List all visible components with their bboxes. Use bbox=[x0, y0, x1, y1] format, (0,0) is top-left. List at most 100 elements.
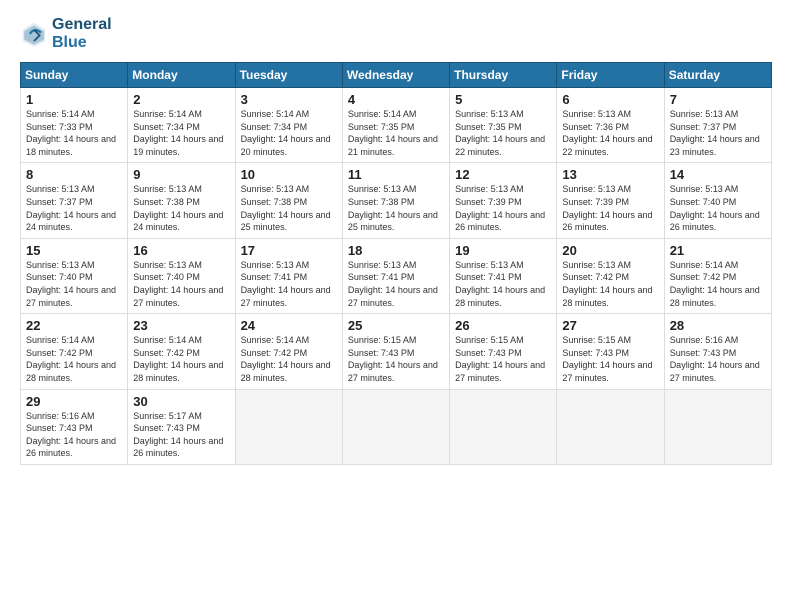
day-info: Sunrise: 5:13 AMSunset: 7:38 PMDaylight:… bbox=[133, 183, 229, 233]
day-number: 23 bbox=[133, 318, 229, 333]
day-info: Sunrise: 5:14 AMSunset: 7:42 PMDaylight:… bbox=[670, 259, 766, 309]
day-number: 3 bbox=[241, 92, 337, 107]
day-info: Sunrise: 5:13 AMSunset: 7:41 PMDaylight:… bbox=[348, 259, 444, 309]
day-number: 18 bbox=[348, 243, 444, 258]
day-number: 20 bbox=[562, 243, 658, 258]
day-number: 6 bbox=[562, 92, 658, 107]
day-number: 26 bbox=[455, 318, 551, 333]
day-number: 25 bbox=[348, 318, 444, 333]
day-number: 14 bbox=[670, 167, 766, 182]
day-number: 10 bbox=[241, 167, 337, 182]
table-row: 30Sunrise: 5:17 AMSunset: 7:43 PMDayligh… bbox=[128, 389, 235, 464]
table-row: 24Sunrise: 5:14 AMSunset: 7:42 PMDayligh… bbox=[235, 314, 342, 389]
table-row: 8Sunrise: 5:13 AMSunset: 7:37 PMDaylight… bbox=[21, 163, 128, 238]
logo-text: General Blue bbox=[52, 16, 112, 52]
table-row: 28Sunrise: 5:16 AMSunset: 7:43 PMDayligh… bbox=[664, 314, 771, 389]
table-row: 27Sunrise: 5:15 AMSunset: 7:43 PMDayligh… bbox=[557, 314, 664, 389]
day-number: 1 bbox=[26, 92, 122, 107]
day-number: 2 bbox=[133, 92, 229, 107]
day-info: Sunrise: 5:13 AMSunset: 7:40 PMDaylight:… bbox=[670, 183, 766, 233]
table-row: 12Sunrise: 5:13 AMSunset: 7:39 PMDayligh… bbox=[450, 163, 557, 238]
day-info: Sunrise: 5:13 AMSunset: 7:35 PMDaylight:… bbox=[455, 108, 551, 158]
day-info: Sunrise: 5:13 AMSunset: 7:38 PMDaylight:… bbox=[348, 183, 444, 233]
table-row: 26Sunrise: 5:15 AMSunset: 7:43 PMDayligh… bbox=[450, 314, 557, 389]
table-row: 9Sunrise: 5:13 AMSunset: 7:38 PMDaylight… bbox=[128, 163, 235, 238]
table-row: 17Sunrise: 5:13 AMSunset: 7:41 PMDayligh… bbox=[235, 238, 342, 313]
table-row: 16Sunrise: 5:13 AMSunset: 7:40 PMDayligh… bbox=[128, 238, 235, 313]
day-info: Sunrise: 5:14 AMSunset: 7:34 PMDaylight:… bbox=[133, 108, 229, 158]
day-info: Sunrise: 5:16 AMSunset: 7:43 PMDaylight:… bbox=[670, 334, 766, 384]
col-saturday: Saturday bbox=[664, 63, 771, 88]
day-number: 13 bbox=[562, 167, 658, 182]
day-info: Sunrise: 5:15 AMSunset: 7:43 PMDaylight:… bbox=[348, 334, 444, 384]
table-row: 3Sunrise: 5:14 AMSunset: 7:34 PMDaylight… bbox=[235, 88, 342, 163]
day-number: 21 bbox=[670, 243, 766, 258]
day-info: Sunrise: 5:13 AMSunset: 7:37 PMDaylight:… bbox=[26, 183, 122, 233]
day-number: 5 bbox=[455, 92, 551, 107]
day-info: Sunrise: 5:14 AMSunset: 7:42 PMDaylight:… bbox=[241, 334, 337, 384]
day-number: 17 bbox=[241, 243, 337, 258]
table-row: 15Sunrise: 5:13 AMSunset: 7:40 PMDayligh… bbox=[21, 238, 128, 313]
day-info: Sunrise: 5:14 AMSunset: 7:42 PMDaylight:… bbox=[26, 334, 122, 384]
day-number: 12 bbox=[455, 167, 551, 182]
col-sunday: Sunday bbox=[21, 63, 128, 88]
calendar-table: Sunday Monday Tuesday Wednesday Thursday… bbox=[20, 62, 772, 465]
table-row: 29Sunrise: 5:16 AMSunset: 7:43 PMDayligh… bbox=[21, 389, 128, 464]
table-row: 25Sunrise: 5:15 AMSunset: 7:43 PMDayligh… bbox=[342, 314, 449, 389]
col-tuesday: Tuesday bbox=[235, 63, 342, 88]
day-number: 8 bbox=[26, 167, 122, 182]
table-row: 10Sunrise: 5:13 AMSunset: 7:38 PMDayligh… bbox=[235, 163, 342, 238]
table-row: 13Sunrise: 5:13 AMSunset: 7:39 PMDayligh… bbox=[557, 163, 664, 238]
day-info: Sunrise: 5:14 AMSunset: 7:34 PMDaylight:… bbox=[241, 108, 337, 158]
day-info: Sunrise: 5:14 AMSunset: 7:35 PMDaylight:… bbox=[348, 108, 444, 158]
table-row: 22Sunrise: 5:14 AMSunset: 7:42 PMDayligh… bbox=[21, 314, 128, 389]
day-info: Sunrise: 5:14 AMSunset: 7:33 PMDaylight:… bbox=[26, 108, 122, 158]
calendar-header-row: Sunday Monday Tuesday Wednesday Thursday… bbox=[21, 63, 772, 88]
table-row: 14Sunrise: 5:13 AMSunset: 7:40 PMDayligh… bbox=[664, 163, 771, 238]
logo-icon bbox=[20, 20, 48, 48]
col-friday: Friday bbox=[557, 63, 664, 88]
day-info: Sunrise: 5:13 AMSunset: 7:41 PMDaylight:… bbox=[241, 259, 337, 309]
table-row bbox=[557, 389, 664, 464]
day-number: 19 bbox=[455, 243, 551, 258]
day-number: 29 bbox=[26, 394, 122, 409]
day-number: 22 bbox=[26, 318, 122, 333]
table-row: 1Sunrise: 5:14 AMSunset: 7:33 PMDaylight… bbox=[21, 88, 128, 163]
day-info: Sunrise: 5:17 AMSunset: 7:43 PMDaylight:… bbox=[133, 410, 229, 460]
day-number: 4 bbox=[348, 92, 444, 107]
day-info: Sunrise: 5:13 AMSunset: 7:41 PMDaylight:… bbox=[455, 259, 551, 309]
table-row: 20Sunrise: 5:13 AMSunset: 7:42 PMDayligh… bbox=[557, 238, 664, 313]
header: General Blue bbox=[20, 16, 772, 52]
day-number: 24 bbox=[241, 318, 337, 333]
day-number: 15 bbox=[26, 243, 122, 258]
day-number: 7 bbox=[670, 92, 766, 107]
logo: General Blue bbox=[20, 16, 112, 52]
table-row: 2Sunrise: 5:14 AMSunset: 7:34 PMDaylight… bbox=[128, 88, 235, 163]
day-number: 16 bbox=[133, 243, 229, 258]
day-number: 28 bbox=[670, 318, 766, 333]
day-number: 11 bbox=[348, 167, 444, 182]
day-info: Sunrise: 5:13 AMSunset: 7:40 PMDaylight:… bbox=[26, 259, 122, 309]
day-info: Sunrise: 5:14 AMSunset: 7:42 PMDaylight:… bbox=[133, 334, 229, 384]
col-wednesday: Wednesday bbox=[342, 63, 449, 88]
table-row bbox=[664, 389, 771, 464]
table-row: 19Sunrise: 5:13 AMSunset: 7:41 PMDayligh… bbox=[450, 238, 557, 313]
col-monday: Monday bbox=[128, 63, 235, 88]
col-thursday: Thursday bbox=[450, 63, 557, 88]
table-row: 4Sunrise: 5:14 AMSunset: 7:35 PMDaylight… bbox=[342, 88, 449, 163]
day-info: Sunrise: 5:13 AMSunset: 7:39 PMDaylight:… bbox=[455, 183, 551, 233]
day-info: Sunrise: 5:13 AMSunset: 7:37 PMDaylight:… bbox=[670, 108, 766, 158]
table-row: 18Sunrise: 5:13 AMSunset: 7:41 PMDayligh… bbox=[342, 238, 449, 313]
day-number: 9 bbox=[133, 167, 229, 182]
table-row: 5Sunrise: 5:13 AMSunset: 7:35 PMDaylight… bbox=[450, 88, 557, 163]
day-number: 30 bbox=[133, 394, 229, 409]
day-info: Sunrise: 5:13 AMSunset: 7:39 PMDaylight:… bbox=[562, 183, 658, 233]
page: General Blue Sunday Monday Tuesday Wedne… bbox=[0, 0, 792, 612]
table-row: 11Sunrise: 5:13 AMSunset: 7:38 PMDayligh… bbox=[342, 163, 449, 238]
table-row bbox=[342, 389, 449, 464]
day-info: Sunrise: 5:15 AMSunset: 7:43 PMDaylight:… bbox=[455, 334, 551, 384]
day-info: Sunrise: 5:16 AMSunset: 7:43 PMDaylight:… bbox=[26, 410, 122, 460]
day-info: Sunrise: 5:13 AMSunset: 7:36 PMDaylight:… bbox=[562, 108, 658, 158]
table-row: 23Sunrise: 5:14 AMSunset: 7:42 PMDayligh… bbox=[128, 314, 235, 389]
table-row bbox=[450, 389, 557, 464]
